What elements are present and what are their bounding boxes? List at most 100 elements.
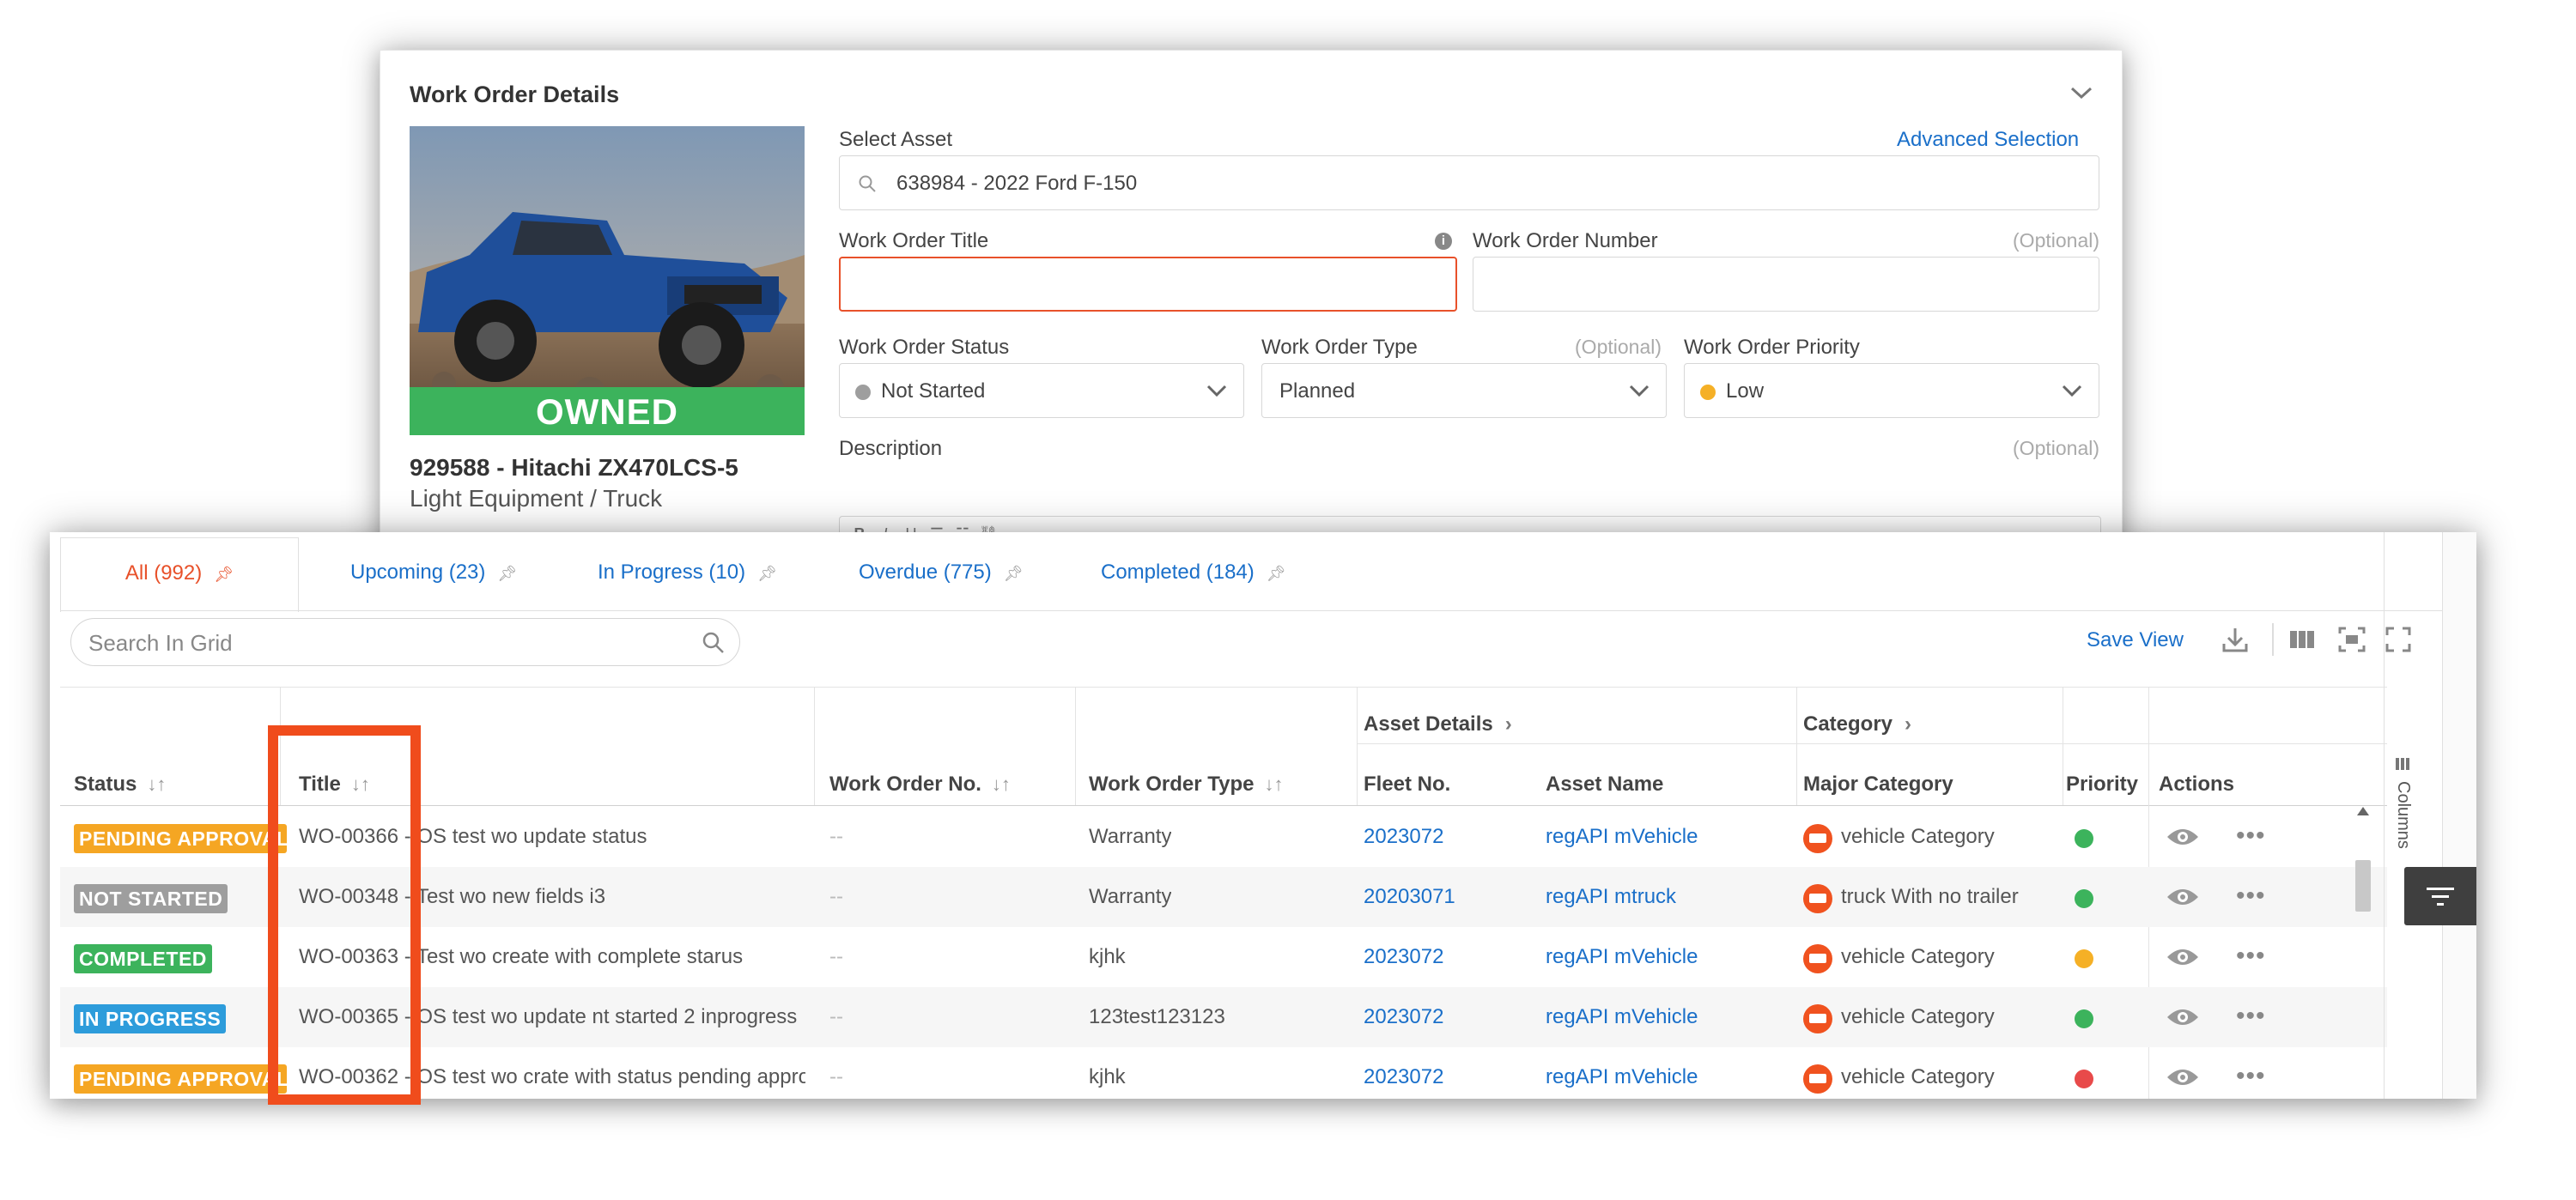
col-wo-type[interactable]: Work Order Type ↓↑	[1089, 773, 1284, 797]
grid-search[interactable]	[70, 618, 740, 666]
work-order-details-card: Work Order Details OWNED 929588 - Hitach…	[380, 50, 2123, 567]
col-fleet-no[interactable]: Fleet No.	[1364, 773, 1450, 797]
owned-badge: OWNED	[410, 387, 805, 435]
wo-status-value: Not Started	[881, 379, 986, 403]
sort-icon[interactable]: ↓↑	[992, 773, 1011, 795]
sort-icon[interactable]: ↓↑	[1265, 773, 1284, 795]
fleet-no-link[interactable]: 2023072	[1364, 807, 1443, 867]
more-options-icon[interactable]: •••	[2236, 1064, 2266, 1089]
view-icon[interactable]	[2166, 826, 2200, 848]
scroll-up-icon[interactable]	[2354, 805, 2372, 817]
view-icon[interactable]	[2166, 946, 2200, 968]
group-asset-details[interactable]: Asset Details ›	[1364, 712, 1512, 736]
tab-in-progress[interactable]: In Progress (10) 📌︎	[598, 537, 777, 611]
fleet-no-link[interactable]: 2023072	[1364, 987, 1443, 1047]
tab-upcoming[interactable]: Upcoming (23) 📌︎	[350, 537, 517, 611]
pin-icon[interactable]: 📌︎	[214, 539, 234, 609]
wo-priority-select[interactable]: Low	[1684, 363, 2099, 418]
asset-name-link[interactable]: regAPI mtruck	[1546, 867, 1676, 927]
col-wo-no[interactable]: Work Order No. ↓↑	[829, 773, 1011, 797]
tab-all[interactable]: All (992) 📌︎	[60, 537, 299, 612]
more-options-icon[interactable]: •••	[2236, 823, 2266, 849]
category-cell: vehicle Category	[1841, 825, 1995, 848]
priority-dot	[2075, 829, 2093, 848]
more-options-icon[interactable]: •••	[2236, 1003, 2266, 1029]
col-status[interactable]: Status ↓↑	[74, 773, 166, 797]
fleet-no-link[interactable]: 2023072	[1364, 927, 1443, 987]
wo-type-optional: (Optional)	[1575, 336, 1662, 358]
col-priority[interactable]: Priority	[2066, 773, 2138, 797]
wo-no-cell: --	[829, 885, 843, 908]
select-asset-label: Select Asset	[839, 128, 953, 151]
scrollbar-thumb[interactable]	[2355, 860, 2371, 912]
view-icon[interactable]	[2166, 1066, 2200, 1088]
wo-no-cell: --	[829, 945, 843, 968]
status-badge: PENDING APPROVAL	[74, 824, 287, 853]
chevron-down-icon	[1629, 385, 1649, 397]
info-icon[interactable]: i	[1435, 233, 1452, 250]
advanced-selection-link[interactable]: Advanced Selection	[1897, 128, 2079, 152]
category-cell: vehicle Category	[1841, 945, 1995, 968]
grid-rule	[814, 687, 815, 805]
priority-dot	[2075, 889, 2093, 908]
wo-type-label: Work Order Type	[1261, 336, 1418, 359]
search-icon[interactable]	[702, 631, 726, 655]
view-icon[interactable]	[2166, 1006, 2200, 1028]
fleet-no-link[interactable]: 20203071	[1364, 867, 1455, 927]
group-category[interactable]: Category ›	[1803, 712, 1911, 736]
save-view-button[interactable]: Save View	[2087, 628, 2184, 652]
status-badge: NOT STARTED	[74, 884, 228, 913]
sort-icon[interactable]: ↓↑	[147, 773, 166, 795]
search-input[interactable]	[87, 626, 674, 660]
view-icon[interactable]	[2166, 886, 2200, 908]
wo-number-optional: (Optional)	[2013, 229, 2099, 252]
download-icon[interactable]	[2221, 625, 2250, 654]
asset-name-link[interactable]: regAPI mVehicle	[1546, 927, 1698, 987]
chevron-right-icon: ›	[1905, 712, 1912, 736]
tabs-divider	[60, 610, 2451, 611]
columns-layout-icon[interactable]	[2287, 625, 2317, 654]
vehicle-category-icon	[1803, 1004, 1832, 1033]
grid-rule	[1357, 687, 1358, 805]
tab-overdue[interactable]: Overdue (775) 📌︎	[859, 537, 1024, 611]
wo-priority-label: Work Order Priority	[1684, 336, 1860, 359]
category-cell: truck With no trailer	[1841, 885, 2019, 908]
tab-completed[interactable]: Completed (184) 📌︎	[1101, 537, 1286, 611]
wo-title-input[interactable]	[839, 257, 1457, 312]
fleet-no-link[interactable]: 2023072	[1364, 1047, 1443, 1099]
columns-label: Columns	[2394, 781, 2413, 849]
group-label: Asset Details	[1364, 712, 1493, 736]
asset-name: 929588 - Hitachi ZX470LCS-5	[410, 454, 738, 481]
tab-label: Overdue (775)	[859, 561, 992, 584]
pin-icon[interactable]: 📌︎	[757, 538, 777, 609]
wo-number-input[interactable]	[1473, 257, 2099, 312]
col-label: Status	[74, 773, 137, 796]
vertical-scrollbar[interactable]	[2354, 805, 2372, 1099]
chevron-down-icon[interactable]	[2069, 83, 2094, 102]
more-options-icon[interactable]: •••	[2236, 943, 2266, 969]
description-optional: (Optional)	[2013, 437, 2099, 459]
pin-icon[interactable]: 📌︎	[497, 538, 517, 609]
fit-screen-icon[interactable]	[2337, 625, 2366, 654]
asset-name-link[interactable]: regAPI mVehicle	[1546, 807, 1698, 867]
pin-icon[interactable]: 📌︎	[1267, 538, 1286, 609]
pin-icon[interactable]: 📌︎	[1004, 538, 1024, 609]
wo-status-select[interactable]: Not Started	[839, 363, 1244, 418]
wo-type-select[interactable]: Planned	[1261, 363, 1667, 418]
wo-type-cell: Warranty	[1089, 825, 1172, 848]
col-asset-name[interactable]: Asset Name	[1546, 773, 1663, 797]
vehicle-category-icon	[1803, 944, 1832, 973]
columns-toggle[interactable]: Columns	[2392, 758, 2413, 876]
wo-type-value: Planned	[1279, 379, 1356, 403]
select-asset-field[interactable]: 638984 - 2022 Ford F-150	[839, 155, 2099, 210]
col-actions: Actions	[2159, 773, 2235, 796]
asset-name-link[interactable]: regAPI mVehicle	[1546, 987, 1698, 1047]
col-major-category[interactable]: Major Category	[1803, 773, 1953, 797]
grid-rule	[1796, 687, 1797, 805]
more-options-icon[interactable]: •••	[2236, 883, 2266, 909]
wo-priority-value: Low	[1726, 379, 1765, 403]
vehicle-category-icon	[1803, 824, 1832, 853]
asset-name-link[interactable]: regAPI mVehicle	[1546, 1047, 1698, 1099]
filter-button[interactable]	[2404, 867, 2476, 925]
tab-label: All (992)	[125, 561, 203, 585]
